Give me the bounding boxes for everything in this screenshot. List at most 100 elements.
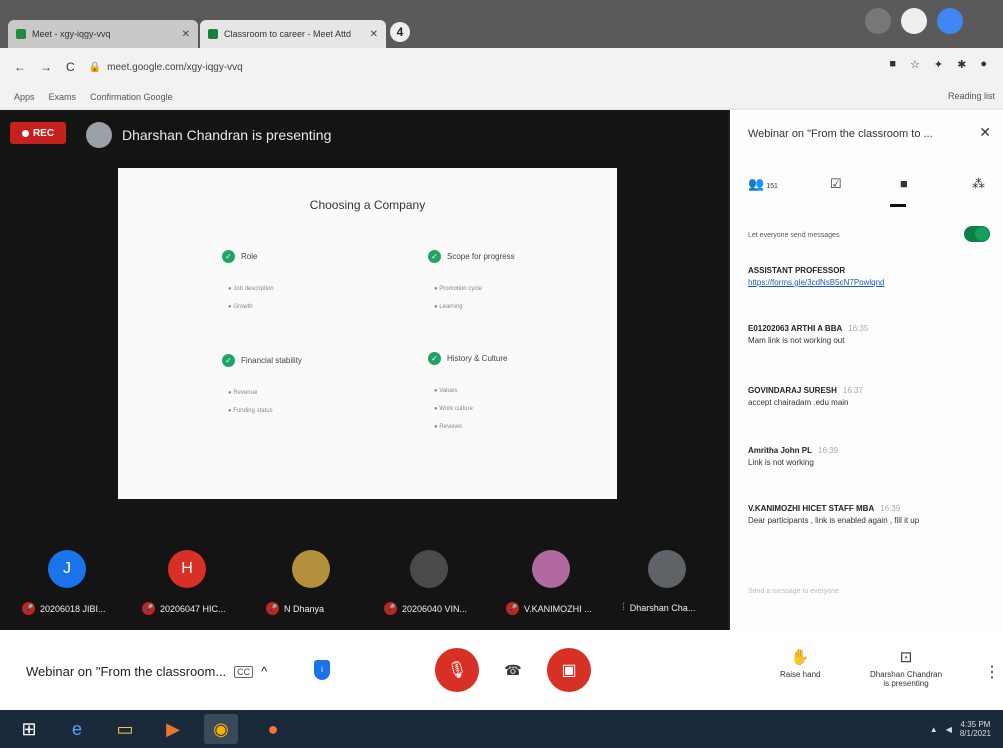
participant-tile[interactable]: 🎤 20206040 VIN... [374,540,484,630]
mic-off-icon: 🎤 [22,602,35,615]
panel-title: Webinar on "From the classroom to ... [748,128,933,140]
system-tray: ▲ ◀ 4:35 PM 8/1/2021 [930,720,991,738]
participant-name: 20206040 VIN... [402,603,468,614]
more-options-icon[interactable]: ⋮ [984,662,1000,682]
message-link[interactable]: https://forms.gle/3cdNsB5cN7Powlqnd [748,278,993,287]
message-body: accept chairadam .edu main [748,398,849,407]
internet-explorer-icon[interactable]: e [60,714,94,744]
active-tab-indicator [890,204,906,207]
recording-badge: REC [10,122,66,144]
close-panel-icon[interactable]: ✕ [979,124,991,141]
slide-bullet: ● Growth [228,304,253,310]
start-icon[interactable]: ⊞ [12,714,46,744]
send-message-input[interactable]: Send a message to everyone [748,588,839,595]
volume-icon[interactable]: ◀ [946,725,952,734]
slide-bullet: ● Learning [434,304,463,310]
chevron-up-icon[interactable]: ^ [261,664,267,679]
slide-bullet: ● Reviews [434,424,462,430]
participant-tile[interactable]: J 🎤 20206018 JIBI... [12,540,122,630]
slide-title: Choosing a Company [309,198,426,212]
raise-hand-button[interactable]: ✋ Raise hand [780,648,820,679]
message-body: Dear participants , link is enabled agai… [748,516,920,525]
participant-tile[interactable]: ⁞ Dharshan Cha... [612,540,722,630]
classroom-favicon-icon [208,29,218,39]
checklist-tab[interactable]: ☑ [830,176,842,192]
close-window-icon[interactable] [937,8,963,34]
meeting-title: Webinar on "From the classroom... [26,664,227,679]
browser-tab-meet[interactable]: Meet - xgy-iqgy-vvq ✕ [8,20,198,48]
participant-tile[interactable]: 🎤 N Dhanya [256,540,366,630]
clock[interactable]: 4:35 PM 8/1/2021 [960,720,991,738]
message-time: 16:39 [880,504,901,513]
security-shield-icon[interactable]: i [314,660,330,680]
participant-name-row: 🎤 20206040 VIN... [384,602,467,615]
minimize-icon[interactable] [865,8,891,34]
slide-section: ✓ Role [222,250,257,263]
slide-bullet: ● Revenue [228,390,258,396]
captions-icon[interactable]: CC [234,665,254,678]
participant-name-row: 🎤 V.KANIMOZHI ... [506,602,592,615]
participant-avatar [648,550,686,588]
chat-permission-row: Let everyone send messages [748,226,998,242]
url-field[interactable]: meet.google.com/xgy-iqgy-vvq [107,62,243,73]
firefox-icon[interactable]: ● [256,714,290,744]
profile-avatar[interactable]: ● [980,58,987,71]
participant-name: 20206047 HIC... [160,603,226,614]
file-explorer-icon[interactable]: ▭ [108,714,142,744]
windows-taskbar: ⊞ e ▭ ▶ ◉ ● ▲ ◀ 4:35 PM 8/1/2021 [0,710,1003,748]
section-label: Scope for progress [447,252,515,261]
chat-tab[interactable]: ■ [900,176,908,191]
participant-tile[interactable]: H 🎤 20206047 HIC... [132,540,242,630]
presenter-avatar [86,122,112,148]
camera-icon[interactable]: ■ [889,58,896,71]
participant-name: N Dhanya [284,603,325,614]
leave-call-button[interactable]: ☎ [491,648,535,692]
send-messages-toggle[interactable] [964,226,990,242]
participant-avatar [532,550,570,588]
maximize-icon[interactable] [901,8,927,34]
close-tab-icon[interactable]: ✕ [182,29,190,40]
toggle-label: Let everyone send messages [748,232,840,239]
tab-count-badge[interactable]: 4 [390,22,410,42]
forward-icon[interactable]: → [40,60,52,74]
star-icon[interactable]: ☆ [910,58,920,71]
checklist-icon: ☑ [830,176,842,191]
bookmark-exams[interactable]: Exams [49,92,77,102]
media-player-icon[interactable]: ▶ [156,714,190,744]
message-sender: V.KANIMOZHI HICET STAFF MBA [748,504,875,513]
presenting-button[interactable]: ⊡ Dharshan Chandran is presenting [856,648,956,688]
meeting-controls: Webinar on "From the classroom... CC ^ i… [0,630,1003,712]
slide-bullet: ● Values [434,388,458,394]
chat-message: Amritha John PL 16:39 Link is not working [748,446,993,467]
back-icon[interactable]: ← [14,60,26,74]
participant-tile[interactable]: 🎤 V.KANIMOZHI ... [496,540,606,630]
chrome-icon[interactable]: ◉ [204,714,238,744]
message-time: 16:35 [848,324,869,333]
participant-name-row: ⁞ Dharshan Cha... [622,602,695,613]
puzzle-icon[interactable]: ✱ [957,58,966,71]
raise-hand-label: Raise hand [780,670,821,679]
participant-name: 20206018 JIBI... [40,603,106,614]
chat-message: ASSISTANT PROFESSOR https://forms.gle/3c… [748,266,993,287]
message-sender: ASSISTANT PROFESSOR [748,266,846,275]
bookmark-confirmation[interactable]: Confirmation Google [90,92,173,102]
reading-list-button[interactable]: Reading list [948,91,995,101]
browser-tab-classroom[interactable]: Classroom to career - Meet Attd ✕ [200,20,386,48]
meet-favicon-icon [16,29,26,39]
close-tab-icon[interactable]: ✕ [370,29,378,40]
activities-tab[interactable]: ⁂ [972,176,985,192]
presenter-line1: Dharshan Chandran [869,670,943,679]
participant-name-row: 🎤 20206018 JIBI... [22,602,106,615]
people-tab[interactable]: 👥 151 [748,176,778,192]
reload-icon[interactable]: C [66,60,75,74]
extension-icon[interactable]: ✦ [934,58,943,71]
mic-toggle-button[interactable]: 🎙 [435,648,479,692]
participant-avatar [410,550,448,588]
section-label: Role [241,252,258,261]
slide-section: ✓ Financial stability [222,354,302,367]
network-icon[interactable]: ▲ [930,725,938,734]
camera-toggle-button[interactable]: ▣ [547,648,591,692]
chat-panel: Webinar on "From the classroom to ... ✕ … [730,110,1003,650]
bookmark-apps[interactable]: Apps [14,92,35,102]
meeting-details[interactable]: Webinar on "From the classroom... CC ^ [26,664,267,679]
